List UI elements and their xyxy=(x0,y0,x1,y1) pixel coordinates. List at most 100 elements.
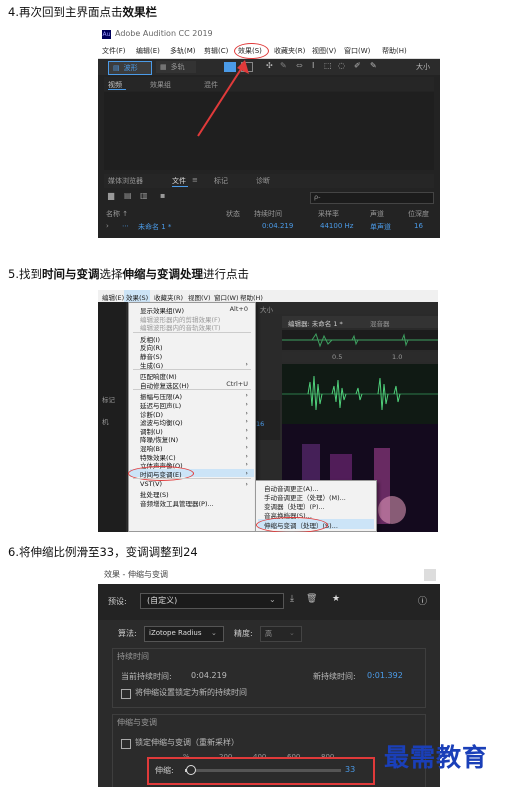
lock-duration-label: 将伸缩设置锁定为新的持续时间 xyxy=(135,688,247,697)
spot-heal-icon[interactable]: ✎ xyxy=(370,61,377,70)
download-icon[interactable]: ⤓ xyxy=(290,594,294,604)
files-tab-underline xyxy=(172,186,188,187)
dialog-title: 效果 - 伸缩与变调 xyxy=(104,570,168,579)
files-column-header: 名称 ↑ 状态 持续时间 采样率 声道 位深度 xyxy=(104,208,434,220)
open-folder-icon[interactable]: ▆ xyxy=(108,191,114,200)
menu-item[interactable]: 显示效果组(W) Alt+0 xyxy=(130,305,254,315)
close-icon[interactable] xyxy=(424,569,436,581)
menu-file[interactable]: 文件(F) xyxy=(102,46,126,56)
tab-files[interactable]: 文件 xyxy=(172,176,186,186)
slip-tool-icon[interactable]: ⇔ xyxy=(296,61,303,70)
tab-media-browser[interactable]: 媒体浏览器 xyxy=(108,176,143,186)
algorithm-row: 算法: iZotope Radius ⌄ 精度: 高 ⌄ xyxy=(106,624,432,644)
menu-item-shortcut: › xyxy=(245,468,248,477)
menu-item[interactable]: 混响(B) › xyxy=(130,443,254,453)
import-icon[interactable]: ▥ xyxy=(140,191,148,200)
close-file-icon[interactable]: ▪ xyxy=(160,191,165,200)
lasso-tool-icon[interactable]: ◌ xyxy=(338,61,345,70)
marquee-tool-icon[interactable]: ⬚ xyxy=(324,61,332,70)
lock-duration-checkbox[interactable] xyxy=(121,689,131,699)
duration-group: 持续时间 当前持续时间: 0:04.219 新持续时间: 0:01.392 将伸… xyxy=(112,648,426,708)
menu-item-shortcut: › xyxy=(245,460,248,469)
files-search-input[interactable]: ρ- xyxy=(310,192,434,204)
tab-effects-rack[interactable]: 效果组 xyxy=(150,80,171,90)
menu-item[interactable]: 振幅与压限(A) › xyxy=(130,391,254,401)
chevron-down-icon: ⌄ xyxy=(269,595,276,604)
info-icon[interactable]: ⓘ xyxy=(418,594,427,607)
menu-item[interactable]: 延迟与回声(L) › xyxy=(130,400,254,410)
column-samplerate[interactable]: 采样率 xyxy=(318,209,339,219)
new-file-icon[interactable]: ▤ xyxy=(124,191,132,200)
menu-item-shortcut: › xyxy=(245,400,248,408)
menu-item[interactable]: 滤波与均衡(Q) › xyxy=(130,417,254,427)
razor-tool-icon[interactable]: ✎ xyxy=(280,61,287,70)
new-duration-value[interactable]: 0:01.392 xyxy=(367,671,403,680)
menu-item[interactable]: 诊断(D) › xyxy=(130,409,254,419)
algorithm-select[interactable]: iZotope Radius ⌄ xyxy=(144,626,224,642)
tab-markers[interactable]: 标记 xyxy=(214,176,228,186)
menu-edit[interactable]: 编辑(E) xyxy=(102,292,124,302)
menu-view[interactable]: 视图(V) xyxy=(312,46,336,56)
menu-item[interactable]: 音频增效工具管理器(P)... xyxy=(130,498,254,508)
expand-chevron-icon[interactable]: › xyxy=(106,222,109,230)
dialog-title-bar: 效果 - 伸缩与变调 xyxy=(98,566,440,584)
menu-item[interactable]: 静音(S) xyxy=(130,351,254,361)
table-row[interactable]: › ⋯ 未命名 1 * 0:04.219 44100 Hz 单声道 16 xyxy=(104,221,434,233)
menu-favorites[interactable]: 收藏夹(R) xyxy=(154,292,183,302)
multitrack-button[interactable]: ▦ 多轨 xyxy=(156,61,196,73)
precision-select[interactable]: 高 ⌄ xyxy=(260,626,302,642)
audition-logo-icon: Au xyxy=(102,30,111,39)
waveform-graphic xyxy=(282,375,438,411)
menu-item[interactable]: 反相(I) xyxy=(130,334,254,344)
menu-item[interactable]: 自动修复选区(H) Ctrl+U xyxy=(130,380,254,390)
step-4-text: 4.再次回到主界面点击 xyxy=(8,5,123,19)
menu-item[interactable]: 特殊效果(C) › xyxy=(130,452,254,462)
toolbar: ▤ 波形 ▦ 多轨 ✣ ✎ ⇔ I ⬚ ◌ ✐ ✎ 大小 xyxy=(98,59,440,75)
menu-effects-active[interactable]: 效果(S) xyxy=(124,290,150,302)
menu-item[interactable]: 编辑波形器内的音轨效果(T) xyxy=(130,322,254,332)
menu-edit[interactable]: 编辑(E) xyxy=(136,46,160,56)
menu-window[interactable]: 窗口(W) xyxy=(344,46,370,56)
menu-item[interactable]: VST(V) › xyxy=(130,480,254,489)
tab-editor[interactable]: 编辑器: 未命名 1 * xyxy=(288,318,343,328)
menu-clip[interactable]: 剪辑(C) xyxy=(204,46,228,56)
side-value: 16 xyxy=(256,420,265,428)
menu-multitrack[interactable]: 多轨(M) xyxy=(170,46,196,56)
menu-window[interactable]: 窗口(W) xyxy=(214,292,239,302)
menu-item-shortcut: › xyxy=(245,359,248,368)
brush-tool-icon[interactable]: ✐ xyxy=(354,61,361,70)
menu-favorites[interactable]: 收藏夹(R) xyxy=(274,46,305,56)
multitrack-icon: ▦ xyxy=(160,63,167,71)
menu-help[interactable]: 帮助(H) xyxy=(240,292,263,302)
move-tool-icon[interactable]: ✣ xyxy=(266,61,273,70)
menu-item[interactable]: 反向(R) xyxy=(130,342,254,352)
column-channels[interactable]: 声道 xyxy=(370,209,384,219)
menu-help[interactable]: 帮助(H) xyxy=(382,46,407,56)
column-name[interactable]: 名称 ↑ xyxy=(106,209,128,219)
trash-icon[interactable]: 🗑 xyxy=(306,594,317,604)
waveform-button[interactable]: ▤ 波形 xyxy=(108,61,152,75)
files-menu-icon[interactable]: ≡ xyxy=(192,176,198,184)
menu-item[interactable]: 调制(U) › xyxy=(130,426,254,436)
menu-item[interactable]: 编辑波形器内的剪辑效果(F) xyxy=(130,314,254,324)
menu-item[interactable]: 批处理(S) xyxy=(130,489,254,499)
menu-item-shortcut: › xyxy=(245,417,248,426)
menu-item-shortcut: › xyxy=(245,391,248,400)
column-bitdepth[interactable]: 位深度 xyxy=(408,209,429,219)
preset-select[interactable]: (自定义) ⌄ xyxy=(140,593,284,609)
menu-item[interactable]: 降噪/恢复(N) › xyxy=(130,434,254,444)
preset-row: 预设: (自定义) ⌄ ⤓ 🗑 ★ ⓘ xyxy=(98,584,440,620)
tab-diagnostics[interactable]: 诊断 xyxy=(256,176,270,186)
column-duration[interactable]: 持续时间 xyxy=(254,209,282,219)
menu-item[interactable]: 生成(G) › xyxy=(130,359,254,370)
star-icon[interactable]: ★ xyxy=(332,594,340,604)
menu-view[interactable]: 视图(V) xyxy=(188,292,211,302)
tab-mixer[interactable]: 混音器 xyxy=(370,318,390,328)
effects-menu-screenshot: 编辑(E) 效果(S) 收藏夹(R) 视图(V) 窗口(W) 帮助(H) 大小 … xyxy=(98,290,438,532)
time-selection-icon[interactable]: I xyxy=(312,61,314,70)
column-status[interactable]: 状态 xyxy=(226,209,240,219)
menu-item[interactable]: 时间与变调(E) › xyxy=(128,465,254,481)
menu-item[interactable]: 匹配响度(M) xyxy=(130,371,254,381)
tab-underline xyxy=(108,89,126,90)
lock-stretch-checkbox[interactable] xyxy=(121,739,131,749)
